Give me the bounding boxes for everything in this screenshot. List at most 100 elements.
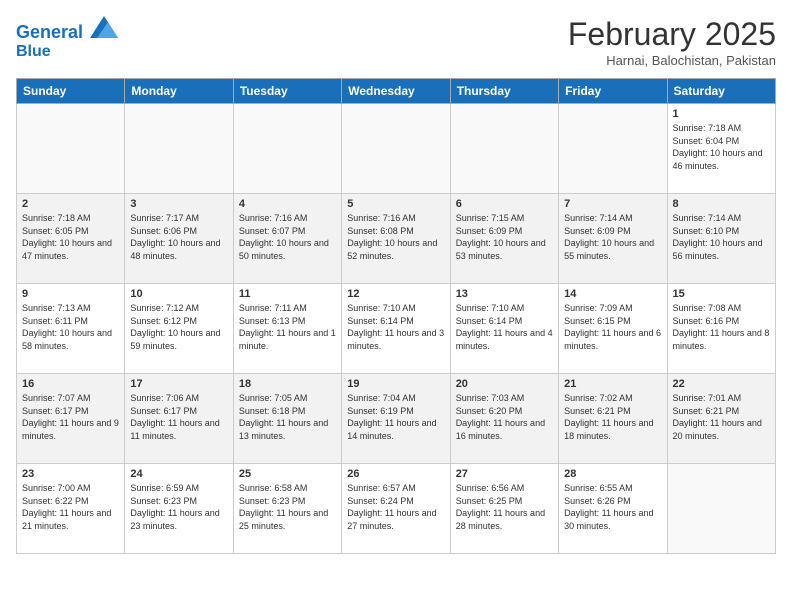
day-info: Sunrise: 7:10 AM Sunset: 6:14 PM Dayligh… — [456, 302, 553, 352]
day-number: 13 — [456, 288, 553, 300]
day-info: Sunrise: 6:55 AM Sunset: 6:26 PM Dayligh… — [564, 482, 661, 532]
day-number: 11 — [239, 288, 336, 300]
day-info: Sunrise: 7:16 AM Sunset: 6:07 PM Dayligh… — [239, 212, 336, 262]
weekday-header-saturday: Saturday — [667, 79, 775, 104]
day-cell: 19 Sunrise: 7:04 AM Sunset: 6:19 PM Dayli… — [342, 374, 450, 464]
day-number: 22 — [673, 378, 770, 390]
weekday-header-row: SundayMondayTuesdayWednesdayThursdayFrid… — [17, 79, 776, 104]
day-cell: 10Sunrise: 7:12 AM Sunset: 6:12 PM Dayli… — [125, 284, 233, 374]
day-cell: 16 Sunrise: 7:07 AM Sunset: 6:17 PM Dayli… — [17, 374, 125, 464]
day-number: 23 — [22, 468, 119, 480]
logo: General Blue — [16, 16, 118, 60]
day-number: 4 — [239, 198, 336, 210]
day-info: Sunrise: 7:01 AM Sunset: 6:21 PM Dayligh… — [673, 392, 770, 442]
calendar: SundayMondayTuesdayWednesdayThursdayFrid… — [16, 78, 776, 554]
day-cell: 4 Sunrise: 7:16 AM Sunset: 6:07 PM Daylig… — [233, 194, 341, 284]
weekday-header-friday: Friday — [559, 79, 667, 104]
day-info: Sunrise: 6:58 AM Sunset: 6:23 PM Dayligh… — [239, 482, 336, 532]
day-info: Sunrise: 7:00 AM Sunset: 6:22 PM Dayligh… — [22, 482, 119, 532]
day-cell: 25 Sunrise: 6:58 AM Sunset: 6:23 PM Dayli… — [233, 464, 341, 554]
day-cell: 3 Sunrise: 7:17 AM Sunset: 6:06 PM Daylig… — [125, 194, 233, 284]
day-number: 27 — [456, 468, 553, 480]
day-number: 24 — [130, 468, 227, 480]
day-number: 20 — [456, 378, 553, 390]
day-cell: 8 Sunrise: 7:14 AM Sunset: 6:10 PM Daylig… — [667, 194, 775, 284]
weekday-header-tuesday: Tuesday — [233, 79, 341, 104]
day-cell: 27 Sunrise: 6:56 AM Sunset: 6:25 PM Dayli… — [450, 464, 558, 554]
day-info: Sunrise: 7:10 AM Sunset: 6:14 PM Dayligh… — [347, 302, 444, 352]
day-cell: 5Sunrise: 7:16 AM Sunset: 6:08 PM Daylig… — [342, 194, 450, 284]
day-cell: 7 Sunrise: 7:14 AM Sunset: 6:09 PM Daylig… — [559, 194, 667, 284]
day-cell — [559, 104, 667, 194]
day-number: 9 — [22, 288, 119, 300]
day-info: Sunrise: 7:08 AM Sunset: 6:16 PM Dayligh… — [673, 302, 770, 352]
day-number: 8 — [673, 198, 770, 210]
day-cell: 1Sunrise: 7:18 AM Sunset: 6:04 PM Daylig… — [667, 104, 775, 194]
day-number: 3 — [130, 198, 227, 210]
logo-blue: Blue — [16, 43, 118, 61]
weekday-header-monday: Monday — [125, 79, 233, 104]
weekday-header-thursday: Thursday — [450, 79, 558, 104]
day-info: Sunrise: 7:09 AM Sunset: 6:15 PM Dayligh… — [564, 302, 661, 352]
day-cell: 23 Sunrise: 7:00 AM Sunset: 6:22 PM Dayli… — [17, 464, 125, 554]
day-cell: 17 Sunrise: 7:06 AM Sunset: 6:17 PM Dayli… — [125, 374, 233, 464]
day-cell — [450, 104, 558, 194]
day-number: 18 — [239, 378, 336, 390]
day-cell — [342, 104, 450, 194]
day-info: Sunrise: 7:14 AM Sunset: 6:10 PM Dayligh… — [673, 212, 770, 262]
day-info: Sunrise: 7:06 AM Sunset: 6:17 PM Dayligh… — [130, 392, 227, 442]
day-cell: 2Sunrise: 7:18 AM Sunset: 6:05 PM Daylig… — [17, 194, 125, 284]
day-info: Sunrise: 7:14 AM Sunset: 6:09 PM Dayligh… — [564, 212, 661, 262]
day-cell: 22 Sunrise: 7:01 AM Sunset: 6:21 PM Dayli… — [667, 374, 775, 464]
weekday-header-wednesday: Wednesday — [342, 79, 450, 104]
day-number: 16 — [22, 378, 119, 390]
day-cell — [17, 104, 125, 194]
day-number: 5 — [347, 198, 444, 210]
day-info: Sunrise: 7:15 AM Sunset: 6:09 PM Dayligh… — [456, 212, 553, 262]
day-info: Sunrise: 6:56 AM Sunset: 6:25 PM Dayligh… — [456, 482, 553, 532]
day-info: Sunrise: 7:18 AM Sunset: 6:04 PM Dayligh… — [673, 122, 770, 172]
day-number: 21 — [564, 378, 661, 390]
day-cell: 21 Sunrise: 7:02 AM Sunset: 6:21 PM Dayli… — [559, 374, 667, 464]
day-number: 12 — [347, 288, 444, 300]
day-cell: 18 Sunrise: 7:05 AM Sunset: 6:18 PM Dayli… — [233, 374, 341, 464]
day-cell: 12 Sunrise: 7:10 AM Sunset: 6:14 PM Dayli… — [342, 284, 450, 374]
logo-text: General — [16, 16, 118, 43]
week-row-4: 16 Sunrise: 7:07 AM Sunset: 6:17 PM Dayli… — [17, 374, 776, 464]
day-number: 26 — [347, 468, 444, 480]
week-row-5: 23 Sunrise: 7:00 AM Sunset: 6:22 PM Dayli… — [17, 464, 776, 554]
day-cell: 14 Sunrise: 7:09 AM Sunset: 6:15 PM Dayli… — [559, 284, 667, 374]
day-cell — [667, 464, 775, 554]
day-number: 14 — [564, 288, 661, 300]
day-info: Sunrise: 7:11 AM Sunset: 6:13 PM Dayligh… — [239, 302, 336, 352]
day-info: Sunrise: 7:17 AM Sunset: 6:06 PM Dayligh… — [130, 212, 227, 262]
day-cell: 20 Sunrise: 7:03 AM Sunset: 6:20 PM Dayli… — [450, 374, 558, 464]
day-number: 28 — [564, 468, 661, 480]
day-number: 17 — [130, 378, 227, 390]
day-number: 25 — [239, 468, 336, 480]
day-info: Sunrise: 7:12 AM Sunset: 6:12 PM Dayligh… — [130, 302, 227, 352]
day-info: Sunrise: 6:59 AM Sunset: 6:23 PM Dayligh… — [130, 482, 227, 532]
day-number: 15 — [673, 288, 770, 300]
day-info: Sunrise: 6:57 AM Sunset: 6:24 PM Dayligh… — [347, 482, 444, 532]
day-info: Sunrise: 7:03 AM Sunset: 6:20 PM Dayligh… — [456, 392, 553, 442]
week-row-1: 1Sunrise: 7:18 AM Sunset: 6:04 PM Daylig… — [17, 104, 776, 194]
logo-icon — [90, 16, 118, 38]
day-info: Sunrise: 7:07 AM Sunset: 6:17 PM Dayligh… — [22, 392, 119, 442]
day-number: 7 — [564, 198, 661, 210]
day-cell: 28 Sunrise: 6:55 AM Sunset: 6:26 PM Dayli… — [559, 464, 667, 554]
day-cell: 24 Sunrise: 6:59 AM Sunset: 6:23 PM Dayli… — [125, 464, 233, 554]
day-number: 19 — [347, 378, 444, 390]
location: Harnai, Balochistan, Pakistan — [568, 53, 776, 68]
day-info: Sunrise: 7:05 AM Sunset: 6:18 PM Dayligh… — [239, 392, 336, 442]
day-info: Sunrise: 7:04 AM Sunset: 6:19 PM Dayligh… — [347, 392, 444, 442]
day-cell: 15 Sunrise: 7:08 AM Sunset: 6:16 PM Dayli… — [667, 284, 775, 374]
page-header: General Blue February 2025 Harnai, Baloc… — [16, 16, 776, 68]
day-info: Sunrise: 7:18 AM Sunset: 6:05 PM Dayligh… — [22, 212, 119, 262]
day-cell: 6 Sunrise: 7:15 AM Sunset: 6:09 PM Daylig… — [450, 194, 558, 284]
day-cell: 11 Sunrise: 7:11 AM Sunset: 6:13 PM Dayli… — [233, 284, 341, 374]
day-info: Sunrise: 7:02 AM Sunset: 6:21 PM Dayligh… — [564, 392, 661, 442]
day-number: 6 — [456, 198, 553, 210]
day-info: Sunrise: 7:13 AM Sunset: 6:11 PM Dayligh… — [22, 302, 119, 352]
title-block: February 2025 Harnai, Balochistan, Pakis… — [568, 16, 776, 68]
